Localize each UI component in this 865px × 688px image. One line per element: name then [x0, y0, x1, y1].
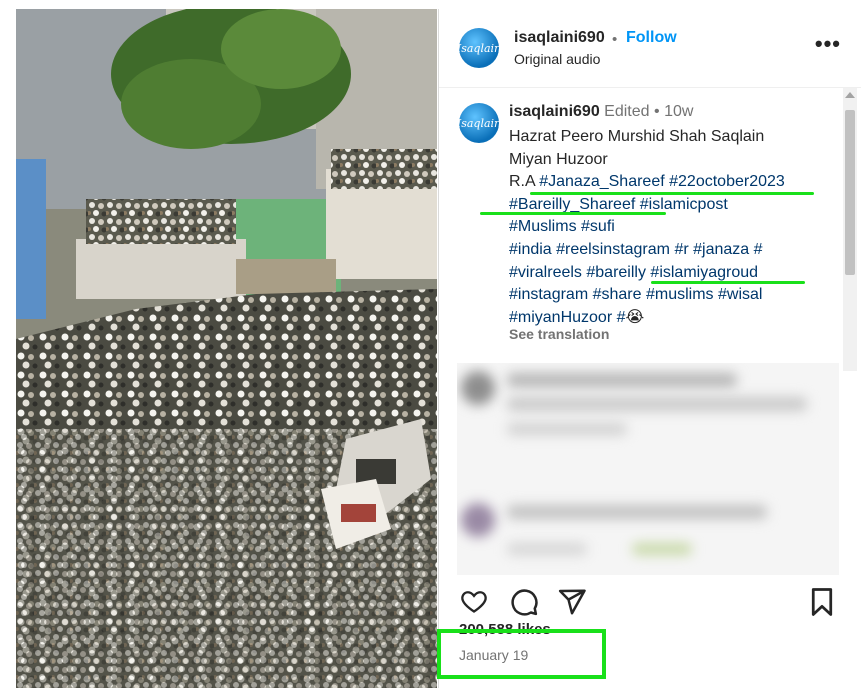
blurred-comments: [457, 363, 839, 575]
hashtag-link[interactable]: #sufi: [581, 218, 615, 235]
blurred-text: [507, 373, 737, 387]
blurred-emoji: [632, 543, 692, 555]
hashtag-link[interactable]: #janaza: [693, 241, 749, 258]
blurred-text: [507, 397, 807, 411]
hashtag-link[interactable]: #share: [593, 286, 642, 303]
hashtag-link[interactable]: #wisal: [718, 286, 762, 303]
hashtag-link[interactable]: #: [617, 309, 626, 326]
more-options-icon[interactable]: •••: [815, 31, 841, 57]
post-time[interactable]: 10w: [664, 103, 693, 120]
caption-author-avatar[interactable]: Isaqlain: [459, 103, 499, 143]
follow-button[interactable]: Follow: [626, 29, 677, 47]
caption-header: isaqlaini690 Edited • 10w: [509, 103, 693, 121]
hashtag-link[interactable]: #india: [509, 241, 552, 258]
caption-section: Isaqlain isaqlaini690 Edited • 10w Hazra…: [439, 88, 843, 371]
action-bar: [439, 575, 861, 625]
hashtag-link[interactable]: #Bareilly_Shareef: [509, 196, 635, 213]
caption-text: Hazrat Peero Murshid Shah Saqlain Miyan …: [509, 126, 829, 329]
crying-emoji-icon: 😭: [625, 308, 645, 326]
share-icon[interactable]: [557, 587, 587, 617]
instagram-post-modal: Isaqlain isaqlaini690 • Follow Original …: [0, 0, 865, 688]
comment-icon[interactable]: [509, 587, 539, 617]
caption-line: #Muslims #sufi: [509, 216, 829, 239]
author-username[interactable]: isaqlaini690: [514, 29, 605, 47]
separator-dot: •: [654, 103, 660, 120]
highlight-underline: [530, 192, 814, 195]
caption-line: R.A #Janaza_Shareef #22october2023: [509, 173, 785, 191]
caption-line: Hazrat Peero Murshid Shah Saqlain: [509, 128, 765, 145]
hashtag-link[interactable]: #viralreels: [509, 264, 582, 281]
hashtag-link[interactable]: #: [754, 241, 763, 258]
edited-label: Edited: [604, 103, 650, 120]
comments-scrollbar[interactable]: [843, 88, 857, 371]
scroll-thumb[interactable]: [845, 110, 855, 275]
hashtag-link[interactable]: #reelsinstagram: [556, 241, 670, 258]
caption-line: #instagram #share #muslims #wisal: [509, 284, 829, 307]
highlight-underline: [480, 212, 666, 215]
audio-label[interactable]: Original audio: [514, 51, 600, 67]
hashtag-link[interactable]: #miyanHuzoor: [509, 309, 612, 326]
hashtag-link[interactable]: #Janaza_Shareef: [539, 173, 664, 190]
heart-icon[interactable]: [459, 587, 489, 615]
caption-line: #india #reelsinstagram #r #janaza #: [509, 239, 829, 262]
hashtag-link[interactable]: #islamicpost: [640, 196, 728, 213]
separator-dot: •: [612, 31, 618, 48]
caption-username[interactable]: isaqlaini690: [509, 103, 600, 120]
blurred-text: [507, 543, 587, 555]
hashtag-link[interactable]: #instagram: [509, 286, 588, 303]
bookmark-icon[interactable]: [809, 587, 835, 617]
post-header: Isaqlain isaqlaini690 • Follow Original …: [439, 9, 861, 88]
caption-line: Miyan Huzoor: [509, 150, 608, 168]
blurred-avatar: [461, 371, 495, 405]
blurred-avatar: [461, 503, 495, 537]
hashtag-link[interactable]: #r: [674, 241, 688, 258]
see-translation-link[interactable]: See translation: [509, 326, 609, 342]
blurred-text: [507, 423, 627, 435]
hashtag-link[interactable]: #Muslims: [509, 218, 577, 235]
hashtag-link[interactable]: #22october2023: [669, 173, 785, 190]
hashtag-link[interactable]: #islamiyagroud: [650, 264, 758, 281]
post-side-panel: Isaqlain isaqlaini690 • Follow Original …: [438, 9, 861, 688]
hashtag-link[interactable]: #bareilly: [586, 264, 646, 281]
post-video[interactable]: [16, 9, 437, 688]
highlight-box: [437, 629, 606, 679]
crowd-video-frame: [16, 9, 437, 688]
author-avatar[interactable]: Isaqlain: [459, 28, 499, 68]
scroll-up-arrow-icon[interactable]: [845, 92, 855, 98]
highlight-underline: [651, 281, 805, 284]
hashtag-link[interactable]: #muslims: [646, 286, 714, 303]
blurred-text: [507, 505, 767, 519]
